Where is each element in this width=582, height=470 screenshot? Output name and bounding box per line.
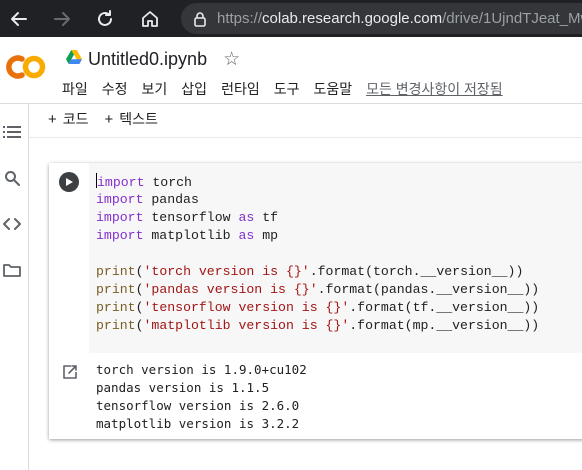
code-function: print <box>96 282 136 297</box>
code-string: 'tensorflow version is {}' <box>143 300 350 315</box>
menu-tools[interactable]: 도구 <box>267 79 307 99</box>
code-function: print <box>96 300 136 315</box>
code-keyword: import <box>96 210 144 225</box>
google-drive-icon[interactable] <box>66 49 82 69</box>
code-text: tf <box>254 210 279 225</box>
code-text: .format(tf.__version__)) <box>349 300 540 315</box>
cell-output: torch version is 1.9.0+cu102 pandas vers… <box>49 353 582 439</box>
code-line: import tensorflow as tf <box>96 209 278 227</box>
code-text: ( <box>135 300 144 315</box>
menu-help[interactable]: 도움말 <box>306 79 359 99</box>
code-text: pandas <box>143 192 199 207</box>
code-keyword: as <box>238 228 255 243</box>
reload-icon[interactable] <box>90 0 120 37</box>
address-bar[interactable]: https://colab.research.google.com/drive/… <box>181 3 582 34</box>
menu-bar: 파일 수정 보기 삽입 런타임 도구 도움말 모든 변경사항이 저장됨 <box>55 78 510 100</box>
url-path: /drive/1UjndTJeat_Mwvt <box>442 10 582 27</box>
code-string: 'matplotlib version is {}' <box>143 318 350 333</box>
code-text: ( <box>135 282 144 297</box>
code-line: import matplotlib as mp <box>96 227 278 245</box>
code-line: import pandas <box>96 191 199 209</box>
code-cell[interactable]: import torch import pandas import tensor… <box>49 163 582 439</box>
output-line: pandas version is 1.1.5 <box>96 380 270 395</box>
header-divider <box>0 103 582 104</box>
code-text: .format(mp.__version__)) <box>349 318 540 333</box>
menu-view[interactable]: 보기 <box>135 79 175 99</box>
code-text: .format(pandas.__version__)) <box>317 282 540 297</box>
output-line: torch version is 1.9.0+cu102 <box>96 362 307 377</box>
plus-icon: + <box>104 111 114 128</box>
code-editor[interactable]: import torch import pandas import tensor… <box>89 163 582 353</box>
url-text: https://colab.research.google.com/drive/… <box>217 10 582 27</box>
menu-insert[interactable]: 삽입 <box>174 79 214 99</box>
menu-file[interactable]: 파일 <box>55 79 95 99</box>
code-line: import torch <box>96 173 192 192</box>
code-text: ( <box>135 318 144 333</box>
code-line: print('matplotlib version is {}'.format(… <box>96 317 539 335</box>
folder-icon[interactable] <box>2 260 22 280</box>
code-text: torch <box>144 175 192 190</box>
colab-logo[interactable] <box>3 52 47 82</box>
code-line: print('pandas version is {}'.format(pand… <box>96 281 539 299</box>
cell-toolbar: + 코드 + 텍스트 <box>40 108 166 130</box>
add-code-label: 코드 <box>62 111 89 127</box>
browser-toolbar: https://colab.research.google.com/drive/… <box>0 0 582 37</box>
code-line: print('tensorflow version is {}'.format(… <box>96 299 539 317</box>
output-line: tensorflow version is 2.6.0 <box>96 398 300 413</box>
notebook-title[interactable]: Untitled0.ipynb <box>88 49 207 70</box>
output-icon[interactable] <box>62 364 78 385</box>
code-keyword: import <box>97 175 145 190</box>
code-snippets-icon[interactable] <box>2 214 22 234</box>
toolbar-divider <box>29 137 582 138</box>
output-line: matplotlib version is 3.2.2 <box>96 416 300 431</box>
add-text-label: 텍스트 <box>119 111 158 127</box>
menu-edit[interactable]: 수정 <box>95 79 135 99</box>
back-arrow-icon[interactable] <box>4 0 34 37</box>
menu-runtime[interactable]: 런타임 <box>214 79 267 99</box>
plus-icon: + <box>48 111 57 128</box>
code-keyword: import <box>96 192 144 207</box>
add-text-button[interactable]: + 텍스트 <box>97 109 166 129</box>
code-function: print <box>96 318 136 333</box>
code-keyword: import <box>96 228 144 243</box>
table-of-contents-icon[interactable] <box>2 122 22 142</box>
code-string: 'torch version is {}' <box>143 264 310 279</box>
url-prefix: https:// <box>217 10 263 27</box>
code-string: 'pandas version is {}' <box>143 282 318 297</box>
url-host: colab.research.google.com <box>262 10 443 27</box>
cell-gutter <box>49 163 89 353</box>
add-code-button[interactable]: + 코드 <box>40 109 97 129</box>
home-icon[interactable] <box>135 0 165 37</box>
notebook-title-row: Untitled0.ipynb ☆ <box>66 46 240 72</box>
sidebar <box>0 104 29 470</box>
save-status[interactable]: 모든 변경사항이 저장됨 <box>359 79 510 99</box>
code-function: print <box>96 264 136 279</box>
code-text: tensorflow <box>143 210 239 225</box>
code-text: matplotlib <box>143 228 239 243</box>
forward-arrow-icon[interactable] <box>47 0 77 37</box>
star-icon[interactable]: ☆ <box>223 48 240 71</box>
code-text: mp <box>254 228 279 243</box>
lock-icon[interactable] <box>193 11 207 27</box>
run-cell-icon[interactable] <box>59 172 79 192</box>
code-keyword: as <box>238 210 255 225</box>
code-text: .format(torch.__version__)) <box>309 264 524 279</box>
search-icon[interactable] <box>2 168 22 188</box>
code-line: print('torch version is {}'.format(torch… <box>96 263 523 281</box>
code-text: ( <box>135 264 144 279</box>
